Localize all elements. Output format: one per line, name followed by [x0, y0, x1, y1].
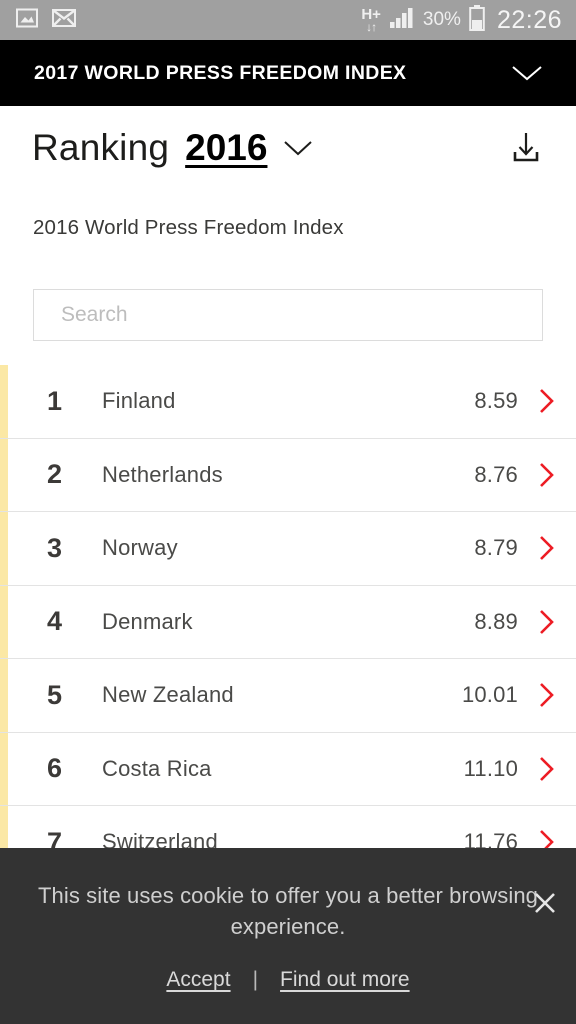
cookie-find-out-more-link[interactable]: Find out more	[280, 968, 410, 992]
close-icon	[535, 893, 555, 913]
row-country: Netherlands	[102, 461, 223, 487]
app-root: H+ ↓↑ 30% 22:26 2017 WORLD PRESS FREEDOM…	[0, 0, 576, 1024]
table-row[interactable]: 5 New Zealand 10.01	[0, 659, 576, 733]
row-rank: 2	[46, 459, 62, 490]
row-rank: 6	[46, 753, 62, 784]
battery-icon	[469, 4, 485, 36]
row-country: Norway	[102, 535, 178, 561]
cookie-close-button[interactable]	[528, 886, 562, 920]
data-transfer-arrows-icon: ↓↑	[366, 20, 377, 34]
table-row[interactable]: 3 Norway 8.79	[0, 512, 576, 586]
chevron-right-icon	[540, 756, 554, 781]
image-icon	[16, 7, 38, 34]
chevron-right-icon	[540, 462, 554, 487]
chevron-right-icon	[540, 389, 554, 414]
row-score: 8.59	[474, 388, 518, 414]
row-rank: 4	[46, 606, 62, 637]
cookie-accept-link[interactable]: Accept	[166, 968, 230, 992]
menu-toggle-button[interactable]	[502, 48, 552, 98]
table-row[interactable]: 6 Costa Rica 11.10	[0, 732, 576, 806]
status-bar-indicators: H+ ↓↑ 30% 22:26	[361, 4, 562, 36]
search-box[interactable]	[33, 289, 543, 341]
row-detail-button[interactable]	[518, 534, 576, 562]
page-subtitle: 2016 World Press Freedom Index	[33, 216, 344, 239]
row-score: 8.89	[474, 608, 518, 634]
network-type-icon: H+ ↓↑	[361, 7, 381, 33]
chevron-down-icon	[512, 66, 542, 81]
ranking-list[interactable]: 1 Finland 8.59 2 Netherlands 8.76 3 Norway 8.79 4…	[0, 365, 576, 865]
row-score: 10.01	[461, 682, 518, 708]
cookie-separator: |	[252, 968, 259, 992]
cookie-actions: Accept | Find out more	[166, 968, 409, 992]
page-title: Ranking	[32, 127, 170, 168]
table-row[interactable]: 4 Denmark 8.89	[0, 585, 576, 659]
battery-percent-label: 30%	[422, 9, 461, 30]
chevron-right-icon	[540, 536, 554, 561]
row-country: New Zealand	[102, 682, 234, 708]
row-detail-button[interactable]	[518, 461, 576, 489]
app-title: 2017 WORLD PRESS FREEDOM INDEX	[34, 61, 407, 84]
app-header-bar: 2017 WORLD PRESS FREEDOM INDEX	[0, 40, 576, 106]
row-rank: 5	[46, 679, 62, 710]
row-country: Costa Rica	[102, 755, 212, 781]
row-rank: 1	[46, 385, 62, 416]
table-row[interactable]: 2 Netherlands 8.76	[0, 438, 576, 512]
download-icon	[513, 133, 539, 162]
chevron-right-icon	[540, 609, 554, 634]
row-score: 8.79	[474, 535, 518, 561]
row-score: 8.76	[474, 461, 518, 487]
row-detail-button[interactable]	[518, 608, 576, 636]
row-rank: 3	[46, 532, 62, 563]
mail-icon	[52, 8, 76, 32]
search-input[interactable]	[61, 290, 542, 340]
chevron-right-icon	[540, 683, 554, 708]
row-detail-button[interactable]	[518, 387, 576, 415]
row-detail-button[interactable]	[518, 755, 576, 783]
download-button[interactable]	[504, 126, 548, 170]
row-score: 11.10	[463, 755, 518, 781]
year-selector-value[interactable]: 2016	[185, 127, 267, 169]
android-status-bar: H+ ↓↑ 30% 22:26	[0, 0, 576, 40]
year-selector-button[interactable]	[283, 139, 313, 157]
row-detail-button[interactable]	[518, 681, 576, 709]
signal-bars-icon	[389, 7, 415, 34]
status-bar-clock: 22:26	[496, 5, 562, 34]
cookie-message: This site uses cookie to offer you a bet…	[37, 883, 539, 940]
ranking-title-row: Ranking 2016	[0, 106, 576, 190]
table-row[interactable]: 1 Finland 8.59	[0, 365, 576, 439]
cookie-banner: This site uses cookie to offer you a bet…	[0, 848, 576, 1024]
chevron-down-icon	[284, 141, 313, 156]
row-country: Finland	[102, 388, 176, 414]
row-country: Denmark	[102, 608, 193, 634]
status-bar-notifications	[16, 7, 76, 34]
